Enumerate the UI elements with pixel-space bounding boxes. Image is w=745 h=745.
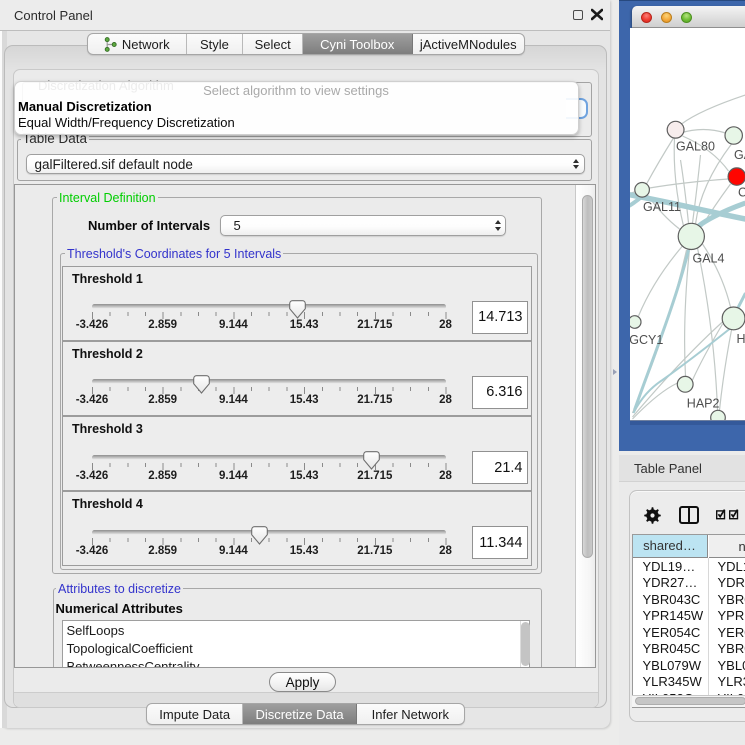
svg-text:GAL4: GAL4: [692, 252, 724, 266]
svg-text:HIS4: HIS4: [736, 332, 745, 346]
svg-text:GAL80: GAL80: [676, 140, 715, 154]
svg-text:CY: CY: [738, 186, 745, 200]
svg-text:GCY1: GCY1: [630, 333, 663, 347]
svg-text:GAL1: GAL1: [734, 148, 745, 162]
svg-text:GAL11: GAL11: [643, 200, 681, 214]
svg-text:HAP2: HAP2: [686, 397, 719, 411]
